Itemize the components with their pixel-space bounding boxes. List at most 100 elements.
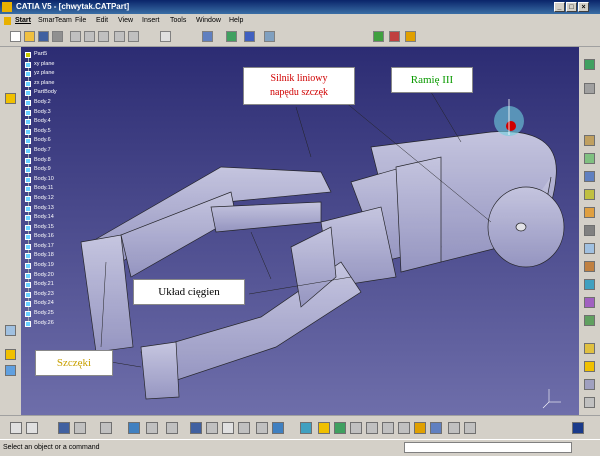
- catalog-icon[interactable]: [58, 422, 70, 434]
- fly-icon[interactable]: [146, 422, 158, 434]
- menu-start[interactable]: Start: [15, 17, 31, 24]
- mirror-icon[interactable]: [584, 297, 595, 308]
- menu-smarteam[interactable]: SmarTeam: [38, 17, 72, 24]
- chamfer-icon[interactable]: [584, 207, 595, 218]
- split-icon[interactable]: [584, 379, 595, 390]
- tree-root[interactable]: Part5: [25, 50, 57, 60]
- swap-icon[interactable]: [334, 422, 346, 434]
- shell-icon[interactable]: [584, 243, 595, 254]
- tree-node[interactable]: Body.3: [25, 108, 57, 118]
- pan-icon[interactable]: [190, 422, 202, 434]
- tree-node[interactable]: Body.19: [25, 261, 57, 271]
- publish-icon[interactable]: [100, 422, 112, 434]
- tree-node[interactable]: Body.12: [25, 194, 57, 204]
- remove-icon[interactable]: [584, 397, 595, 408]
- command-input[interactable]: [404, 442, 572, 453]
- menu-help[interactable]: Help: [229, 17, 243, 24]
- zoom-out-icon[interactable]: [238, 422, 250, 434]
- fit-all-icon[interactable]: [166, 422, 178, 434]
- render-style-icon[interactable]: [414, 422, 426, 434]
- comment-icon[interactable]: [26, 422, 38, 434]
- tree-node[interactable]: Body.5: [25, 127, 57, 137]
- paste-icon[interactable]: [98, 31, 109, 42]
- tree-node[interactable]: PartBody: [25, 88, 57, 98]
- tree-node[interactable]: Body.16: [25, 232, 57, 242]
- tree-node[interactable]: Body.18: [25, 251, 57, 261]
- tree-node[interactable]: Body.20: [25, 271, 57, 281]
- zoom-in-icon[interactable]: [222, 422, 234, 434]
- tree-node[interactable]: xy plane: [25, 60, 57, 70]
- close-button[interactable]: ×: [578, 2, 589, 12]
- view-mode-icon[interactable]: [350, 422, 362, 434]
- tree-node[interactable]: Body.4: [25, 117, 57, 127]
- select-arrow-icon[interactable]: [5, 93, 16, 104]
- tree-node[interactable]: Body.13: [25, 204, 57, 214]
- copy-icon[interactable]: [84, 31, 95, 42]
- iso-view-icon[interactable]: [272, 422, 284, 434]
- tree-node[interactable]: Body.25: [25, 309, 57, 319]
- constraint-icon[interactable]: [5, 365, 16, 376]
- knowledge-icon[interactable]: [5, 349, 16, 360]
- tree-node[interactable]: Body.8: [25, 156, 57, 166]
- whats-this-icon[interactable]: [160, 31, 171, 42]
- snap-icon[interactable]: [264, 31, 275, 42]
- tree-node[interactable]: Body.15: [25, 223, 57, 233]
- pattern-icon[interactable]: [584, 315, 595, 326]
- slot-icon[interactable]: [584, 171, 595, 182]
- save-icon[interactable]: [38, 31, 49, 42]
- knowledge-advisor-icon[interactable]: [74, 422, 86, 434]
- formula-icon[interactable]: [10, 422, 22, 434]
- tree-node[interactable]: yz plane: [25, 69, 57, 79]
- 3d-viewport[interactable]: Part5 xy plane yz plane zx plane PartBod…: [21, 47, 579, 415]
- pocket-icon[interactable]: [584, 83, 595, 94]
- layer-icon[interactable]: [430, 422, 442, 434]
- workbench-icon[interactable]: [5, 325, 16, 336]
- new-icon[interactable]: [10, 31, 21, 42]
- tree-node[interactable]: Body.24: [25, 299, 57, 309]
- menu-view[interactable]: View: [118, 17, 133, 24]
- thread-icon[interactable]: [584, 279, 595, 290]
- menu-insert[interactable]: Insert: [142, 17, 160, 24]
- zoom-area-icon[interactable]: [366, 422, 378, 434]
- tree-node[interactable]: Body.6: [25, 136, 57, 146]
- normal-view-icon[interactable]: [256, 422, 268, 434]
- rotate-icon[interactable]: [206, 422, 218, 434]
- tree-node[interactable]: Body.9: [25, 165, 57, 175]
- pad-icon[interactable]: [226, 31, 237, 42]
- tree-node[interactable]: zx plane: [25, 79, 57, 89]
- normal-to-icon[interactable]: [382, 422, 394, 434]
- fillet-icon[interactable]: [584, 189, 595, 200]
- quick-view-icon[interactable]: [398, 422, 410, 434]
- tree-node[interactable]: Body.21: [25, 280, 57, 290]
- assemble-icon[interactable]: [584, 361, 595, 372]
- tree-node[interactable]: Body.26: [25, 319, 57, 329]
- maximize-button[interactable]: □: [566, 2, 577, 12]
- spec-icon[interactable]: [128, 422, 140, 434]
- undo-icon[interactable]: [114, 31, 125, 42]
- analysis-icon[interactable]: [389, 31, 400, 42]
- measure-icon[interactable]: [373, 31, 384, 42]
- tree-node[interactable]: Body.7: [25, 146, 57, 156]
- grid-icon[interactable]: [244, 31, 255, 42]
- redo-icon[interactable]: [128, 31, 139, 42]
- tree-node[interactable]: Body.14: [25, 213, 57, 223]
- materials-icon[interactable]: [448, 422, 460, 434]
- sketcher-icon[interactable]: [202, 31, 213, 42]
- tree-node[interactable]: Body.10: [25, 175, 57, 185]
- tree-node[interactable]: Body.23: [25, 290, 57, 300]
- rib-icon[interactable]: [584, 153, 595, 164]
- part-design-icon[interactable]: [584, 59, 595, 70]
- menu-file[interactable]: File: [75, 17, 86, 24]
- lighting-icon[interactable]: [464, 422, 476, 434]
- shading-icon[interactable]: [300, 422, 312, 434]
- open-icon[interactable]: [24, 31, 35, 42]
- compass-icon[interactable]: [494, 99, 524, 136]
- apply-material-icon[interactable]: [405, 31, 416, 42]
- tree-node[interactable]: Body.2: [25, 98, 57, 108]
- draft-icon[interactable]: [584, 225, 595, 236]
- minimize-button[interactable]: _: [554, 2, 565, 12]
- cut-icon[interactable]: [70, 31, 81, 42]
- menu-edit[interactable]: Edit: [96, 17, 108, 24]
- menu-window[interactable]: Window: [196, 17, 221, 24]
- hide-show-icon[interactable]: [318, 422, 330, 434]
